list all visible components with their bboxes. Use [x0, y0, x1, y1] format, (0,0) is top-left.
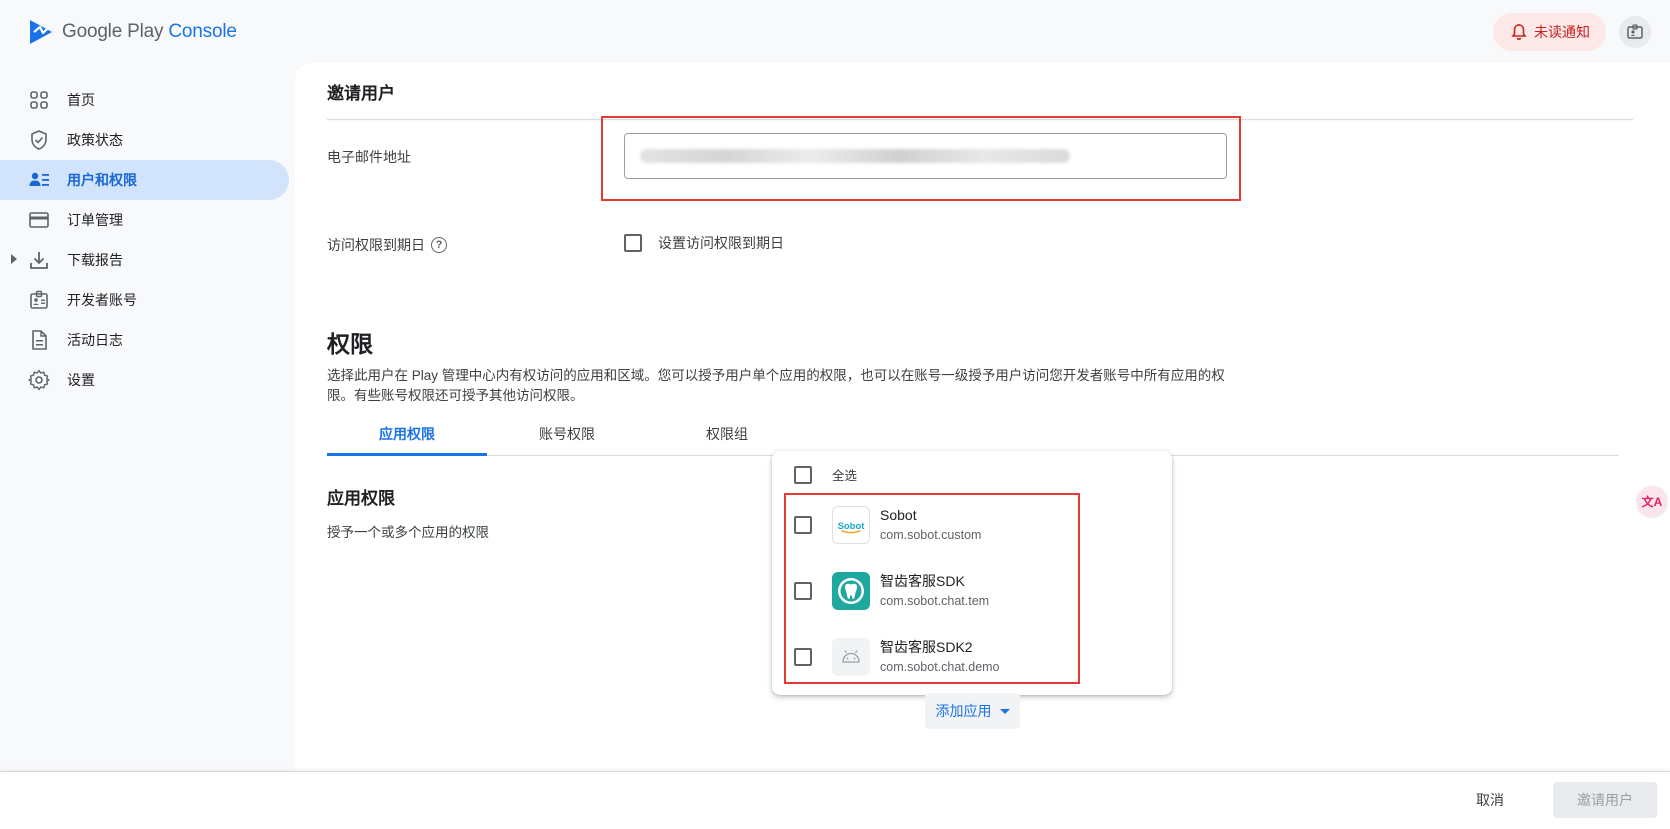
select-all-option[interactable]: 全选 [794, 465, 857, 484]
google-play-console-logo[interactable]: Google Play Console [28, 18, 237, 46]
sidebar-item-label: 政策状态 [67, 132, 123, 148]
sidebar-item-home[interactable]: 首页 [0, 80, 290, 120]
app-permissions-title: 应用权限 [327, 489, 395, 508]
users-list-icon [28, 169, 50, 191]
sidebar-item-label: 设置 [67, 372, 95, 388]
sidebar-item-activity-log[interactable]: 活动日志 [0, 320, 290, 360]
tab-app-permissions[interactable]: 应用权限 [327, 423, 487, 456]
sidebar-item-users-permissions[interactable]: 用户和权限 [0, 160, 289, 200]
app-option-sobot-sdk[interactable]: 智齿客服SDK com.sobot.chat.tem [794, 571, 989, 611]
bell-alert-icon [1511, 23, 1527, 40]
sobot-logo-icon: Sobot [832, 506, 870, 544]
sidebar-item-label: 下载报告 [67, 252, 123, 268]
sidebar-item-settings[interactable]: 设置 [0, 360, 290, 400]
email-label: 电子邮件地址 [327, 149, 411, 165]
redacted-email-text [640, 149, 1070, 163]
access-expiry-checkbox[interactable]: 设置访问权限到期日 [624, 233, 784, 253]
app-permissions-description: 授予一个或多个应用的权限 [327, 525, 489, 540]
app-checkbox[interactable] [794, 582, 812, 600]
download-icon [28, 249, 50, 271]
permissions-title: 权限 [327, 331, 373, 357]
checkbox[interactable] [624, 234, 642, 252]
dropdown-arrow-icon [999, 708, 1010, 714]
access-expiry-label: 访问权限到期日 ? [327, 235, 447, 255]
add-app-label: 添加应用 [935, 703, 992, 719]
sidebar-nav: 首页 政策状态 用户和权限 订单管理 下载报告 开发者账号 活动日志 设置 [0, 80, 290, 400]
app-name: Sobot [880, 507, 917, 523]
sidebar-item-label: 开发者账号 [67, 292, 137, 308]
access-expiry-checkbox-label: 设置访问权限到期日 [658, 235, 784, 251]
app-package: com.sobot.custom [880, 528, 982, 542]
developer-account-button[interactable] [1619, 16, 1651, 48]
gear-icon [28, 369, 50, 391]
shield-check-icon [28, 129, 50, 151]
permissions-description: 选择此用户在 Play 管理中心内有权访问的应用和区域。您可以授予用户单个应用的… [327, 368, 1225, 403]
app-option-sobot[interactable]: Sobot Sobot com.sobot.custom [794, 505, 981, 545]
invite-user-title: 邀请用户 [327, 84, 395, 103]
unread-notifications-button[interactable]: 未读通知 [1493, 13, 1606, 51]
footer-bar: 取消 邀请用户 [0, 771, 1670, 829]
app-info: 智齿客服SDK2 com.sobot.chat.demo [880, 637, 1000, 677]
access-expiry-label-text: 访问权限到期日 [327, 237, 425, 253]
logo-suffix: Console [168, 21, 237, 42]
tooth-icon [832, 572, 870, 610]
sidebar-item-label: 首页 [67, 92, 95, 108]
add-app-button[interactable]: 添加应用 [925, 693, 1020, 729]
app-option-sobot-sdk2[interactable]: 智齿客服SDK2 com.sobot.chat.demo [794, 637, 1000, 677]
sidebar-item-order-management[interactable]: 订单管理 [0, 200, 290, 240]
app-package: com.sobot.chat.demo [880, 660, 1000, 674]
sidebar-item-policy-status[interactable]: 政策状态 [0, 120, 290, 160]
svg-text:Sobot: Sobot [838, 521, 866, 532]
app-select-dropdown: 全选 Sobot Sobot com.sobot.custom 智齿客服SDK … [772, 451, 1172, 695]
app-name: 智齿客服SDK2 [880, 639, 973, 655]
invite-user-button[interactable]: 邀请用户 [1553, 782, 1657, 818]
sidebar-item-download-reports[interactable]: 下载报告 [0, 240, 290, 280]
app-checkbox[interactable] [794, 516, 812, 534]
badge-icon [1627, 24, 1643, 39]
dashboard-icon [28, 89, 50, 111]
android-icon [832, 638, 870, 676]
app-info: Sobot com.sobot.custom [880, 505, 981, 545]
select-all-checkbox[interactable] [794, 465, 812, 484]
badge-icon [28, 289, 50, 311]
document-icon [28, 329, 50, 351]
play-console-logo-icon [30, 20, 52, 44]
sidebar-item-label: 用户和权限 [67, 172, 137, 188]
app-package: com.sobot.chat.tem [880, 594, 990, 608]
logo-text: Google Play Console [62, 21, 237, 43]
credit-card-icon [28, 209, 50, 231]
sidebar-item-label: 活动日志 [67, 332, 123, 348]
help-icon[interactable]: ? [431, 237, 447, 253]
app-info: 智齿客服SDK com.sobot.chat.tem [880, 571, 989, 611]
select-all-label: 全选 [832, 469, 858, 483]
notification-label: 未读通知 [1534, 24, 1590, 40]
tab-account-permissions[interactable]: 账号权限 [487, 423, 647, 456]
app-checkbox[interactable] [794, 648, 812, 666]
cancel-button[interactable]: 取消 [1476, 790, 1504, 810]
sidebar-item-developer-account[interactable]: 开发者账号 [0, 280, 290, 320]
logo-prefix: Google Play [62, 21, 169, 42]
app-name: 智齿客服SDK [880, 573, 965, 589]
translate-icon[interactable]: 文A [1637, 486, 1667, 516]
sidebar-item-label: 订单管理 [67, 212, 123, 228]
expand-caret-icon[interactable] [11, 254, 17, 264]
